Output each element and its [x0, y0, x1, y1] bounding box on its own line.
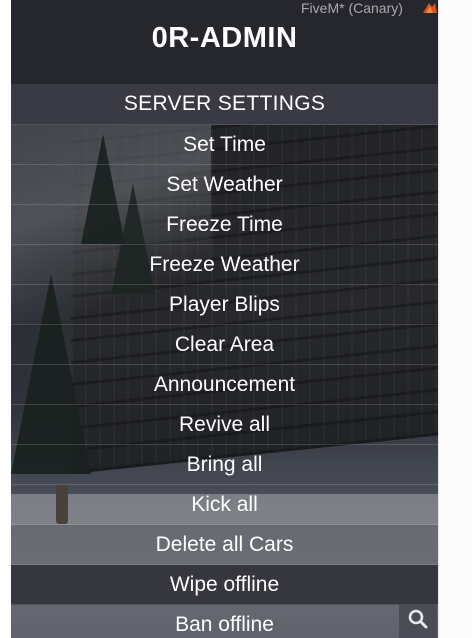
menu-item-delete-all-cars[interactable]: Delete all Cars [11, 525, 438, 565]
menu-item-announcement[interactable]: Announcement [11, 365, 438, 405]
menu-section-title: SERVER SETTINGS [11, 84, 438, 125]
search-icon [408, 609, 428, 634]
left-gutter [0, 0, 11, 638]
menu-item-freeze-weather[interactable]: Freeze Weather [11, 245, 438, 285]
menu-item-set-time[interactable]: Set Time [11, 125, 438, 165]
window-right-edge [438, 0, 472, 638]
menu-item-bring-all[interactable]: Bring all [11, 445, 438, 485]
app-title: 0R-ADMIN [151, 22, 298, 54]
client-title-label: FiveM* (Canary) [301, 0, 403, 16]
menu-item-wipe-offline[interactable]: Wipe offline [11, 565, 438, 605]
game-screen: 0R-ADMIN FiveM* (Canary) SERVER SETTINGS… [0, 0, 472, 638]
menu-item-set-weather[interactable]: Set Weather [11, 165, 438, 205]
search-button[interactable] [399, 604, 437, 638]
menu-item-clear-area[interactable]: Clear Area [11, 325, 438, 365]
menu-item-player-blips[interactable]: Player Blips [11, 285, 438, 325]
menu-item-revive-all[interactable]: Revive all [11, 405, 438, 445]
fivem-logo-icon [421, 1, 438, 15]
menu-item-freeze-time[interactable]: Freeze Time [11, 205, 438, 245]
menu-item-kick-all[interactable]: Kick all [11, 485, 438, 525]
menu-item-ban-offline[interactable]: Ban offline [11, 605, 438, 638]
admin-menu: SERVER SETTINGS Set Time Set Weather Fre… [11, 84, 438, 638]
